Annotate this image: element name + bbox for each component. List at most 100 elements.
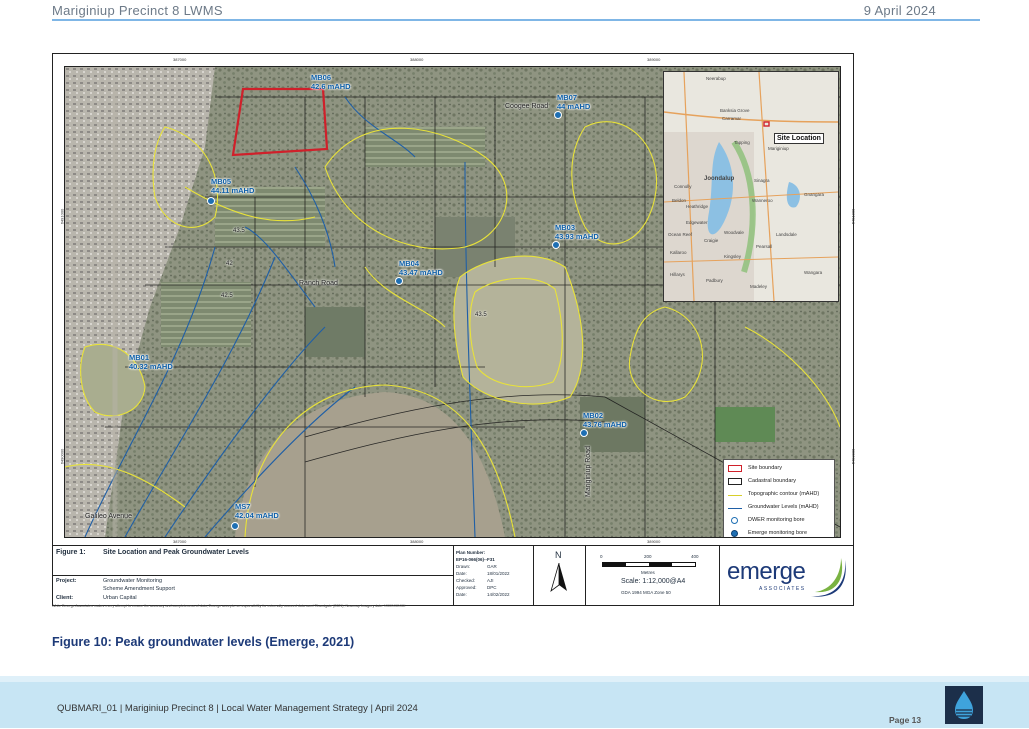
bore-level: 42.6 mAHD bbox=[311, 82, 351, 91]
legend-label: Groundwater Levels (mAHD) bbox=[748, 504, 819, 510]
approved-value: DPC bbox=[487, 585, 497, 590]
project-key: Project: bbox=[56, 578, 77, 584]
inset-place: Pearsall bbox=[756, 244, 773, 249]
bore-mb05: MB05 44.11 mAHD bbox=[207, 177, 254, 205]
north-arrow-icon bbox=[550, 563, 567, 593]
scale-tick: 400 bbox=[691, 554, 699, 559]
plan-number: EP16-066(06)--F31 bbox=[456, 557, 495, 562]
inset-place: Connolly bbox=[674, 184, 692, 189]
scale-units: Metres bbox=[641, 570, 655, 575]
footer-text: QUBMARI_01 | Mariginiup Precinct 8 | Loc… bbox=[57, 703, 418, 714]
title-block: Figure 1: Site Location and Peak Groundw… bbox=[53, 545, 853, 606]
inset-place: Landsdale bbox=[776, 232, 797, 237]
bore-mb04: MB04 43.47 mAHD bbox=[395, 259, 443, 285]
emerge-logo-sub: ASSOCIATES bbox=[759, 586, 806, 592]
bore-level: 43.47 mAHD bbox=[399, 268, 443, 277]
bore-level: 43.93 mAHD bbox=[555, 232, 599, 241]
footer-band bbox=[0, 676, 1029, 728]
bore-marker-icon bbox=[580, 429, 588, 437]
logo-cell: emerge ASSOCIATES bbox=[719, 546, 853, 606]
header-date: 9 April 2024 bbox=[863, 3, 936, 18]
emerge-logo-swoosh-icon bbox=[811, 558, 846, 597]
bore-id: MB02 bbox=[583, 411, 604, 420]
plan-number-label: Plan Number: bbox=[456, 550, 486, 555]
coord-side-4: 6490000 bbox=[850, 448, 856, 465]
north-label: N bbox=[555, 550, 562, 560]
bore-id: MB06 bbox=[311, 73, 332, 82]
site-boundary-icon bbox=[728, 465, 742, 472]
bore-mb03: MB03 43.93 mAHD bbox=[552, 223, 599, 249]
scale-text: Scale: 1:12,000@A4 bbox=[621, 578, 686, 585]
client-value: Urban Capital bbox=[103, 595, 137, 601]
coord-top-1: 387000 bbox=[173, 57, 187, 62]
bore-marker-icon bbox=[554, 111, 562, 119]
coord-side-1: 6491000 bbox=[59, 208, 65, 225]
legend-label: Emerge monitoring bore bbox=[748, 530, 808, 536]
legend-label: DWER monitoring bore bbox=[748, 517, 805, 523]
bore-marker-icon bbox=[552, 241, 560, 249]
inset-place: Padbury bbox=[706, 278, 723, 283]
inset-place: Neerabup bbox=[706, 76, 726, 81]
contour-line-icon bbox=[728, 495, 742, 496]
north-arrow-cell: N bbox=[533, 546, 586, 606]
bore-marker-icon bbox=[395, 277, 403, 285]
groundwater-line-icon bbox=[728, 508, 742, 509]
coord-side-2: 6490000 bbox=[59, 448, 65, 465]
inset-place: Ocean Reef bbox=[668, 232, 693, 237]
contour-label: 42.5 bbox=[221, 293, 233, 299]
running-header: Mariginiup Precinct 8 LWMS 9 April 2024 bbox=[52, 2, 980, 21]
divider bbox=[53, 575, 453, 576]
bore-level: 44 mAHD bbox=[557, 102, 591, 111]
bore-mb07: MB07 44 mAHD bbox=[554, 93, 591, 119]
bore-id: MB01 bbox=[129, 353, 150, 362]
site-location-label: Site Location bbox=[774, 133, 824, 144]
client-key: Client: bbox=[56, 595, 74, 601]
bore-id: MB03 bbox=[555, 223, 576, 232]
scale-cell: 0 200 400 Metres Scale: 1:12,000@A4 GDA … bbox=[585, 546, 720, 606]
title-block-info: Figure 1: Site Location and Peak Groundw… bbox=[53, 546, 454, 606]
bore-id: MB05 bbox=[211, 177, 232, 186]
bore-level: 42.04 mAHD bbox=[235, 511, 279, 520]
drawn-value: GAR bbox=[487, 564, 497, 569]
figure-caption: Figure 10: Peak groundwater levels (Emer… bbox=[52, 635, 355, 649]
legend-label: Cadastral boundary bbox=[748, 478, 797, 484]
checked-key: Checked: bbox=[456, 578, 476, 583]
legend-cadastral-boundary: Cadastral boundary bbox=[728, 477, 832, 487]
datum-text: GDA 1994 MGA Zone 50 bbox=[621, 590, 671, 595]
bore-ms7: MS7 42.04 mAHD bbox=[231, 502, 279, 530]
inset-place: Tapping bbox=[734, 140, 750, 145]
drawn-key: Drawn: bbox=[456, 564, 471, 569]
approved-key: Approved: bbox=[456, 585, 477, 590]
inset-place: Sinagra bbox=[754, 178, 770, 183]
scale-tick: 200 bbox=[644, 554, 652, 559]
legend-topographic-contour: Topographic contour (mAHD) bbox=[728, 490, 832, 500]
road-label-mariginiup: Mariginiup Road bbox=[585, 446, 592, 497]
inset-place: Hillarys bbox=[670, 272, 685, 277]
inset-place: Beldon bbox=[672, 198, 687, 203]
inset-place: Woodvale bbox=[724, 230, 744, 235]
legend-label: Site boundary bbox=[748, 465, 782, 471]
inset-place: Edgewater bbox=[686, 220, 708, 225]
figure-title: Site Location and Peak Groundwater Level… bbox=[103, 549, 249, 556]
scale-bar-icon bbox=[602, 562, 696, 567]
bore-marker-icon bbox=[207, 197, 215, 205]
inset-place: Madeley bbox=[750, 284, 768, 289]
emerge-logo-text: emerge bbox=[727, 558, 806, 585]
legend-site-boundary: Site boundary bbox=[728, 464, 832, 474]
road-label-galileo: Galileo Avenue bbox=[85, 513, 132, 520]
figure-frame: 387000 388000 389000 MB06 42.6 mAHD MB07… bbox=[52, 53, 856, 606]
coord-side-3: 6491000 bbox=[850, 208, 856, 225]
inset-place: Wangara bbox=[804, 270, 823, 275]
checked-value: AJI bbox=[487, 578, 494, 583]
legend-emerge-bore: Emerge monitoring bore bbox=[728, 529, 832, 537]
date2-key: Date: bbox=[456, 592, 467, 597]
bore-marker-icon bbox=[231, 522, 239, 530]
footer-band-top bbox=[0, 676, 1029, 682]
cadastral-boundary-icon bbox=[728, 478, 742, 485]
bore-level: 40.32 mAHD bbox=[129, 362, 173, 371]
dwer-bore-icon bbox=[731, 517, 738, 524]
plan-details: Plan Number: EP16-066(06)--F31 Drawn: GA… bbox=[453, 546, 534, 606]
contour-label: 42 bbox=[226, 261, 233, 267]
inset-place: Joondalup bbox=[704, 176, 735, 182]
water-drop-icon bbox=[955, 691, 973, 719]
